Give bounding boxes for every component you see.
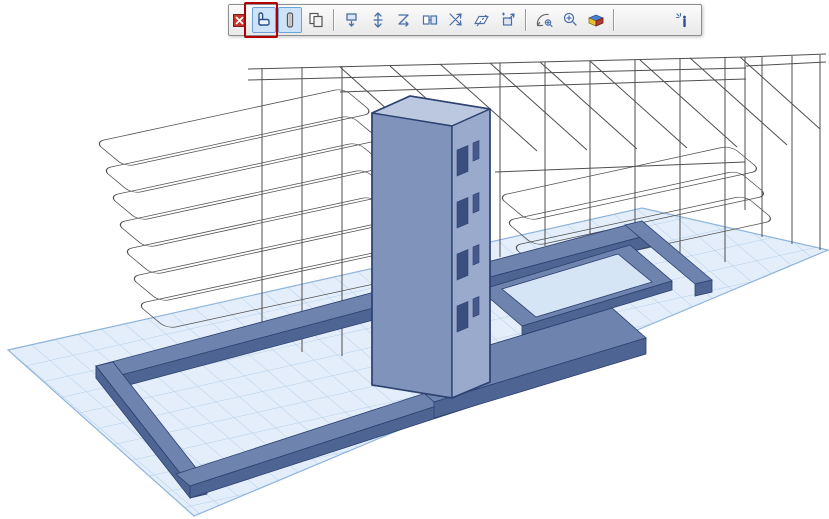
marquee-3d-button[interactable] [252, 7, 276, 33]
column-marquee-icon [280, 10, 300, 30]
toolbar-separator [613, 9, 615, 31]
orbit-zoom-button[interactable] [532, 7, 556, 33]
copy-icon [306, 10, 326, 30]
3d-viewport[interactable] [0, 0, 829, 519]
drag-copy-button[interactable] [496, 7, 520, 33]
rebuild-3d-button[interactable] [584, 7, 608, 33]
marquee-3d-icon [254, 10, 274, 30]
elevate-icon [368, 10, 388, 30]
column-marquee-button[interactable] [278, 7, 302, 33]
info-button[interactable] [671, 7, 695, 33]
zoom-in-icon [560, 10, 580, 30]
toolbar-separator [333, 9, 335, 31]
multiply-icon [420, 10, 440, 30]
orbit-zoom-icon [534, 10, 554, 30]
rotate-arrows-icon [446, 10, 466, 30]
drag-icon [342, 10, 362, 30]
info-icon [673, 10, 693, 30]
elevate-button[interactable] [366, 7, 390, 33]
drag-button[interactable] [340, 7, 364, 33]
rotate-button[interactable] [444, 7, 468, 33]
multiply-button[interactable] [418, 7, 442, 33]
zoom-in-button[interactable] [558, 7, 582, 33]
screenshot-root [0, 0, 829, 519]
mirror-button[interactable] [470, 7, 494, 33]
roof-frame-lines [248, 54, 826, 172]
toolbar-separator [525, 9, 527, 31]
stretch-button[interactable] [392, 7, 416, 33]
stretch-icon [394, 10, 414, 30]
rebuild-3d-icon [586, 10, 606, 30]
floating-toolbar [228, 4, 702, 36]
close-x-icon [233, 14, 246, 27]
mirror-icon [472, 10, 492, 30]
copy-button[interactable] [304, 7, 328, 33]
selected-tower[interactable] [372, 96, 490, 398]
drag-copy-icon [498, 10, 518, 30]
close-button[interactable] [233, 14, 246, 27]
